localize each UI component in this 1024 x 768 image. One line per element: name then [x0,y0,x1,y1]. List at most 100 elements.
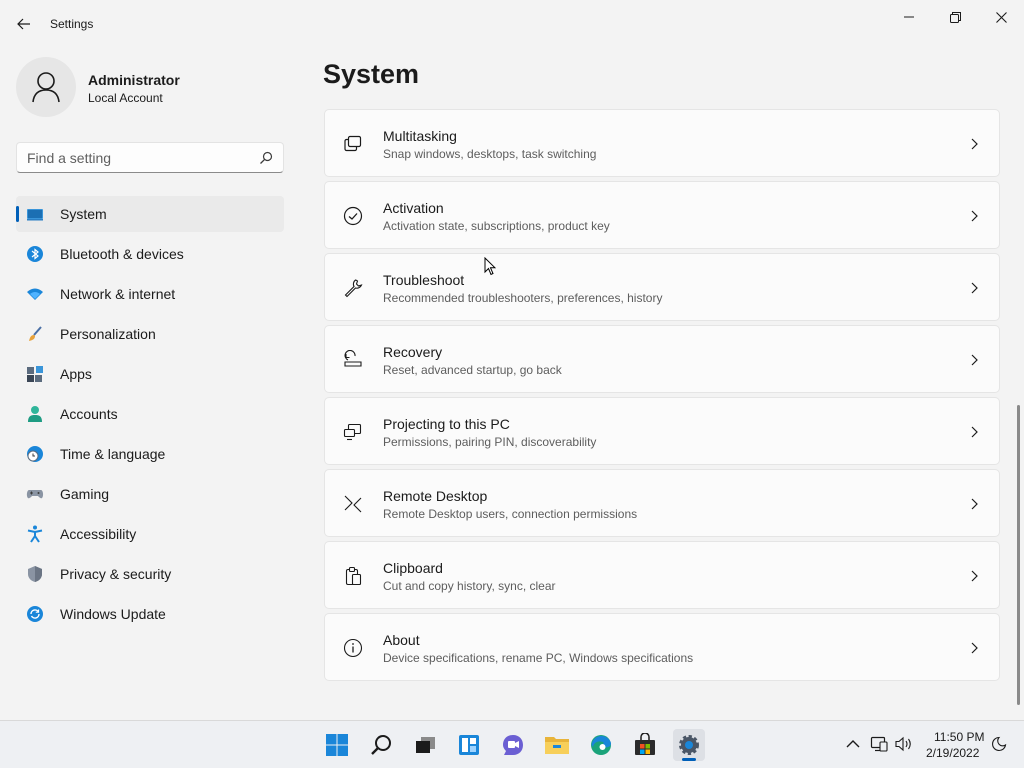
clock-date[interactable]: 2/19/2022 [926,746,979,760]
search-box[interactable] [16,142,284,173]
back-arrow-icon [17,18,30,30]
sidebar-item-label: Accounts [60,406,118,422]
title-bar: Settings [0,0,1024,48]
chat-button[interactable] [497,729,529,761]
card-title: Troubleshoot [383,272,465,288]
search-icon[interactable] [259,151,273,165]
restore-button[interactable] [932,4,978,30]
chevron-right-icon [971,426,978,438]
sidebar-item-label: Bluetooth & devices [60,246,184,262]
update-icon [27,606,43,622]
sidebar-item-system[interactable]: System [16,196,284,232]
start-icon [326,734,348,756]
store-icon [635,733,655,755]
card-title: About [383,632,420,648]
network-icon[interactable] [870,736,888,752]
selection-indicator [16,206,19,222]
sidebar-item-label: Windows Update [60,606,166,622]
sidebar-item-apps[interactable]: Apps [16,356,284,392]
user-name: Administrator [88,72,180,88]
chevron-right-icon [971,570,978,582]
bluetooth-icon [27,246,43,262]
card-title: Remote Desktop [383,488,488,504]
card-about[interactable]: About Device specifications, rename PC, … [324,613,1000,681]
sidebar-item-windows-update[interactable]: Windows Update [16,596,284,632]
card-title: Clipboard [383,560,443,576]
active-app-indicator [682,758,696,761]
wifi-icon [27,288,43,300]
chevron-right-icon [971,498,978,510]
card-activation[interactable]: Activation Activation state, subscriptio… [324,181,1000,249]
recovery-icon [344,350,362,367]
card-subtitle: Remote Desktop users, connection permiss… [383,507,638,521]
settings-taskbar-button[interactable] [673,729,705,761]
globe-clock-icon [27,446,43,462]
widgets-button[interactable] [453,729,485,761]
close-icon [995,11,1007,23]
card-remote-desktop[interactable]: Remote Desktop Remote Desktop users, con… [324,469,1000,537]
scrollbar[interactable] [1017,405,1020,705]
card-subtitle: Device specifications, rename PC, Window… [383,651,694,665]
search-input[interactable] [27,149,247,167]
sidebar-nav: System Bluetooth & devices Network & int… [16,196,284,636]
close-button[interactable] [978,4,1024,30]
accessibility-icon [27,525,43,543]
chevron-right-icon [971,138,978,150]
sidebar-item-label: System [60,206,107,222]
sidebar-item-label: Privacy & security [60,566,172,582]
store-button[interactable] [629,729,661,761]
start-button[interactable] [321,729,353,761]
file-explorer-button[interactable] [541,729,573,761]
person-icon [32,72,60,103]
avatar[interactable] [16,57,76,117]
shield-icon [28,566,42,582]
sidebar-item-network[interactable]: Network & internet [16,276,284,312]
card-subtitle: Snap windows, desktops, task switching [383,147,597,161]
remote-desktop-icon [344,495,362,513]
apps-icon [27,366,43,382]
sidebar-item-accounts[interactable]: Accounts [16,396,284,432]
task-view-button[interactable] [409,729,441,761]
sidebar-item-gaming[interactable]: Gaming [16,476,284,512]
sidebar-item-privacy[interactable]: Privacy & security [16,556,284,592]
sidebar-item-label: Gaming [60,486,110,502]
back-button[interactable] [12,12,36,36]
volume-icon[interactable] [895,736,913,752]
widgets-icon [459,735,479,755]
card-subtitle: Cut and copy history, sync, clear [383,579,556,593]
taskbar-search-button[interactable] [365,729,397,761]
card-recovery[interactable]: Recovery Reset, advanced startup, go bac… [324,325,1000,393]
sidebar-item-accessibility[interactable]: Accessibility [16,516,284,552]
account-type: Local Account [88,91,163,105]
window-title: Settings [50,17,94,31]
sidebar-item-bluetooth[interactable]: Bluetooth & devices [16,236,284,272]
search-icon [371,735,391,755]
person-icon [28,406,42,422]
minimize-button[interactable] [886,4,932,30]
info-icon [343,638,363,658]
card-subtitle: Recommended troubleshooters, preferences… [383,291,663,305]
minimize-icon [904,16,914,18]
file-explorer-icon [545,737,569,754]
check-circle-icon [343,206,363,226]
card-troubleshoot[interactable]: Troubleshoot Recommended troubleshooters… [324,253,1000,321]
card-title: Multitasking [383,128,457,144]
card-subtitle: Activation state, subscriptions, product… [383,219,610,233]
edge-button[interactable] [585,729,617,761]
sidebar-item-personalization[interactable]: Personalization [16,316,284,352]
chevron-up-icon[interactable] [844,736,862,752]
chevron-right-icon [971,282,978,294]
clipboard-icon [345,566,362,586]
card-projecting[interactable]: Projecting to this PC Permissions, pairi… [324,397,1000,465]
chevron-right-icon [971,354,978,366]
card-subtitle: Permissions, pairing PIN, discoverabilit… [383,435,597,449]
clock-time[interactable]: 11:50 PM [934,730,984,744]
edge-icon [591,735,611,755]
notification-icon[interactable] [990,736,1008,752]
settings-list: Multitasking Snap windows, desktops, tas… [324,109,1000,685]
card-clipboard[interactable]: Clipboard Cut and copy history, sync, cl… [324,541,1000,609]
card-multitasking[interactable]: Multitasking Snap windows, desktops, tas… [324,109,1000,177]
card-subtitle: Reset, advanced startup, go back [383,363,562,377]
sidebar-item-time-language[interactable]: Time & language [16,436,284,472]
sidebar-item-label: Network & internet [60,286,176,302]
